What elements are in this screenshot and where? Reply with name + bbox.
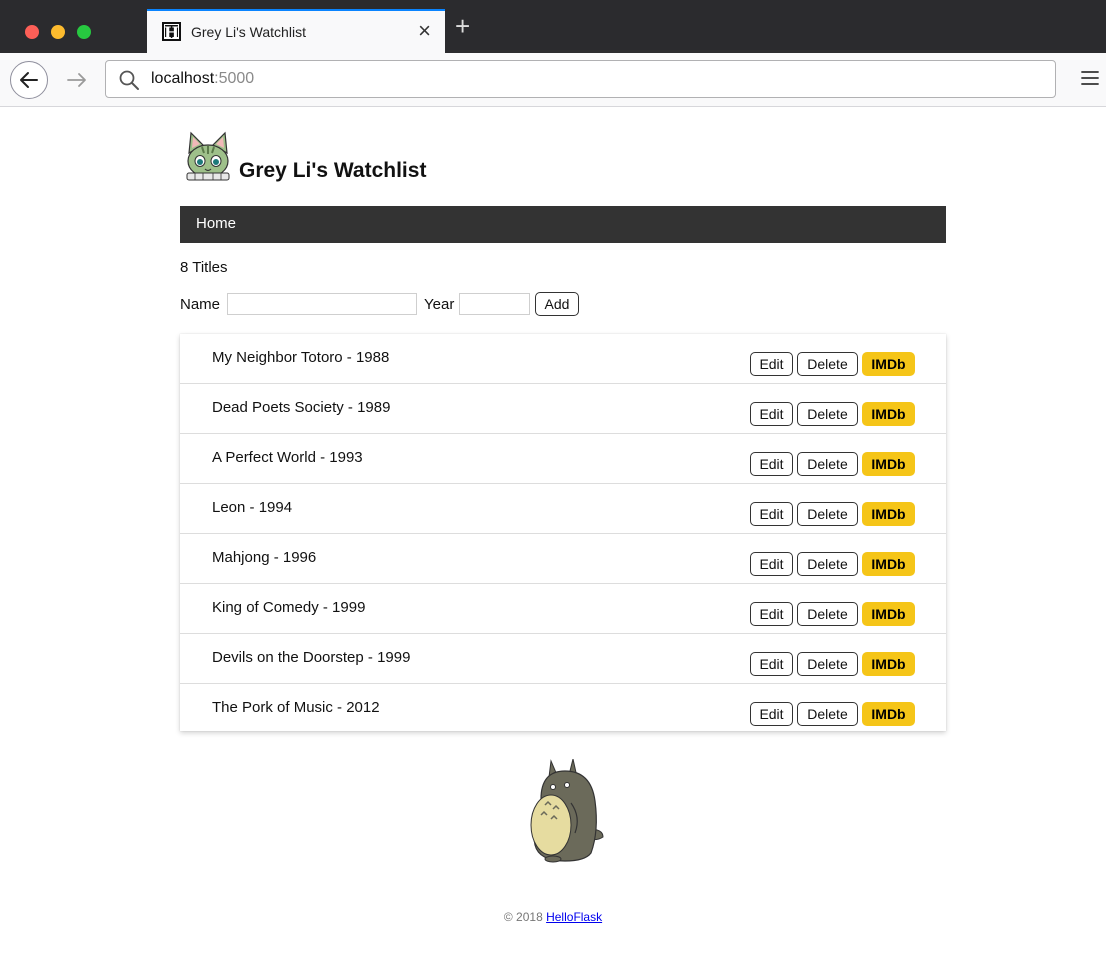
table-row: Devils on the Doorstep - 1999 Edit Delet… <box>180 634 946 684</box>
url-text: localhost:5000 <box>151 70 254 88</box>
row-actions: Edit Delete IMDb <box>750 502 930 526</box>
movie-list: My Neighbor Totoro - 1988 Edit Delete IM… <box>180 334 946 731</box>
year-label: Year <box>424 296 455 313</box>
table-row: My Neighbor Totoro - 1988 Edit Delete IM… <box>180 334 946 384</box>
imdb-link[interactable]: IMDb <box>862 502 915 526</box>
row-actions: Edit Delete IMDb <box>750 702 930 726</box>
movie-title: Devils on the Doorstep - 1999 <box>212 649 411 666</box>
site-nav: Home <box>180 206 946 243</box>
edit-button[interactable]: Edit <box>750 602 793 626</box>
nav-home-link[interactable]: Home <box>196 215 236 232</box>
back-button[interactable] <box>10 61 48 99</box>
row-actions: Edit Delete IMDb <box>750 652 930 676</box>
edit-button[interactable]: Edit <box>750 452 793 476</box>
tab-close-icon[interactable]: × <box>418 18 431 44</box>
page-title: Grey Li's Watchlist <box>239 159 427 182</box>
movie-title: A Perfect World - 1993 <box>212 449 363 466</box>
window-maximize-button[interactable] <box>77 25 91 39</box>
address-bar[interactable]: localhost:5000 <box>105 60 1056 98</box>
imdb-link[interactable]: IMDb <box>862 702 915 726</box>
table-row: The Pork of Music - 2012 Edit Delete IMD… <box>180 684 946 733</box>
name-label: Name <box>180 296 221 313</box>
delete-button[interactable]: Delete <box>797 552 858 576</box>
browser-tab[interactable]: H Grey Li's Watchlist × <box>147 9 445 53</box>
avatar <box>186 131 230 181</box>
movie-title: My Neighbor Totoro - 1988 <box>212 349 390 366</box>
delete-button[interactable]: Delete <box>797 352 858 376</box>
table-row: King of Comedy - 1999 Edit Delete IMDb <box>180 584 946 634</box>
row-actions: Edit Delete IMDb <box>750 552 930 576</box>
imdb-link[interactable]: IMDb <box>862 402 915 426</box>
forward-button[interactable] <box>64 67 90 93</box>
edit-button[interactable]: Edit <box>750 702 793 726</box>
table-row: Mahjong - 1996 Edit Delete IMDb <box>180 534 946 584</box>
arrow-left-icon <box>20 72 38 88</box>
imdb-link[interactable]: IMDb <box>862 452 915 476</box>
edit-button[interactable]: Edit <box>750 502 793 526</box>
delete-button[interactable]: Delete <box>797 652 858 676</box>
imdb-link[interactable]: IMDb <box>862 602 915 626</box>
imdb-link[interactable]: IMDb <box>862 552 915 576</box>
year-input[interactable] <box>459 293 530 315</box>
arrow-right-icon <box>67 73 86 87</box>
table-row: A Perfect World - 1993 Edit Delete IMDb <box>180 434 946 484</box>
movie-title: The Pork of Music - 2012 <box>212 699 380 716</box>
delete-button[interactable]: Delete <box>797 602 858 626</box>
edit-button[interactable]: Edit <box>750 652 793 676</box>
table-row: Dead Poets Society - 1989 Edit Delete IM… <box>180 384 946 434</box>
name-input[interactable] <box>227 293 417 315</box>
edit-button[interactable]: Edit <box>750 552 793 576</box>
row-actions: Edit Delete IMDb <box>750 602 930 626</box>
row-actions: Edit Delete IMDb <box>750 352 930 376</box>
new-tab-icon[interactable]: + <box>455 13 470 39</box>
delete-button[interactable]: Delete <box>797 402 858 426</box>
edit-button[interactable]: Edit <box>750 352 793 376</box>
imdb-link[interactable]: IMDb <box>862 652 915 676</box>
movie-title: Mahjong - 1996 <box>212 549 317 566</box>
movie-title: King of Comedy - 1999 <box>212 599 366 616</box>
delete-button[interactable]: Delete <box>797 702 858 726</box>
helloflask-link[interactable]: HelloFlask <box>546 910 602 924</box>
imdb-link[interactable]: IMDb <box>862 352 915 376</box>
url-port: :5000 <box>214 70 255 87</box>
title-count: 8 Titles <box>180 259 228 276</box>
row-actions: Edit Delete IMDb <box>750 402 930 426</box>
row-actions: Edit Delete IMDb <box>750 452 930 476</box>
delete-button[interactable]: Delete <box>797 452 858 476</box>
edit-button[interactable]: Edit <box>750 402 793 426</box>
tab-title: Grey Li's Watchlist <box>191 24 306 40</box>
window-close-button[interactable] <box>25 25 39 39</box>
delete-button[interactable]: Delete <box>797 502 858 526</box>
add-button[interactable]: Add <box>535 292 579 316</box>
totoro-image <box>530 759 604 863</box>
copyright-text: © 2018 <box>503 910 547 924</box>
movie-title: Dead Poets Society - 1989 <box>212 399 391 416</box>
browser-toolbar: localhost:5000 <box>0 53 1106 107</box>
search-icon <box>119 70 139 90</box>
table-row: Leon - 1994 Edit Delete IMDb <box>180 484 946 534</box>
hamburger-menu-icon[interactable] <box>1080 68 1100 88</box>
movie-title: Leon - 1994 <box>212 499 293 516</box>
footer: © 2018 HelloFlask <box>0 910 1106 924</box>
browser-titlebar: H Grey Li's Watchlist × + <box>0 0 1106 53</box>
window-minimize-button[interactable] <box>51 25 65 39</box>
url-host: localhost <box>151 70 215 87</box>
favicon-icon: H <box>162 22 181 42</box>
